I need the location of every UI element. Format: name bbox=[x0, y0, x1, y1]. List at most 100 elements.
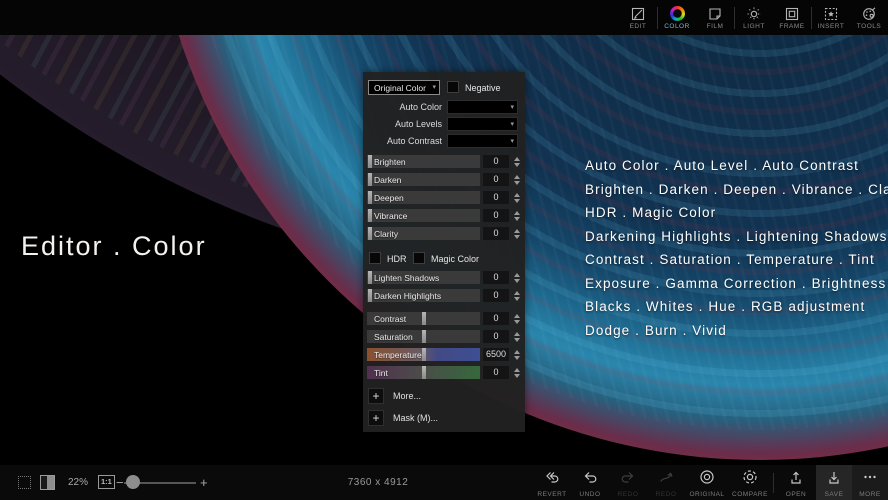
contrast-stepper[interactable] bbox=[512, 312, 522, 325]
undo-button[interactable]: UNDO bbox=[571, 465, 609, 500]
darken-stepper[interactable] bbox=[512, 173, 522, 186]
one-to-one-button[interactable]: 1:1 bbox=[98, 475, 115, 489]
tint-value[interactable]: 0 bbox=[483, 366, 509, 379]
saturation-stepper[interactable] bbox=[512, 330, 522, 343]
saturation-value[interactable]: 0 bbox=[483, 330, 509, 343]
deepen-stepper[interactable] bbox=[512, 191, 522, 204]
slider-handle[interactable] bbox=[368, 191, 372, 204]
step-down-icon[interactable] bbox=[514, 297, 520, 301]
step-down-icon[interactable] bbox=[514, 181, 520, 185]
zoom-in-button[interactable]: + bbox=[200, 475, 208, 490]
step-down-icon[interactable] bbox=[514, 235, 520, 239]
darken-highlights-stepper[interactable] bbox=[512, 289, 522, 302]
clarity-slider[interactable]: Clarity bbox=[367, 227, 480, 240]
step-down-icon[interactable] bbox=[514, 163, 520, 167]
step-down-icon[interactable] bbox=[514, 338, 520, 342]
auto-color-dropdown[interactable]: ▾ bbox=[447, 100, 518, 114]
save-button[interactable]: SAVE bbox=[816, 465, 852, 500]
selection-grid-icon[interactable] bbox=[18, 476, 31, 489]
tab-color[interactable]: COLOR bbox=[658, 0, 696, 35]
step-up-icon[interactable] bbox=[514, 229, 520, 233]
darken-slider[interactable]: Darken bbox=[367, 173, 480, 186]
slider-handle[interactable] bbox=[422, 330, 426, 343]
clarity-stepper[interactable] bbox=[512, 227, 522, 240]
deepen-value[interactable]: 0 bbox=[483, 191, 509, 204]
step-up-icon[interactable] bbox=[514, 273, 520, 277]
mask-button[interactable]: + Mask (M)... bbox=[368, 410, 438, 426]
tab-light[interactable]: LIGHT bbox=[735, 0, 773, 35]
temperature-slider[interactable]: Temperature bbox=[367, 348, 480, 361]
top-toolbar: EDIT COLOR FILM LIGHT bbox=[0, 0, 888, 35]
slider-handle[interactable] bbox=[422, 312, 426, 325]
lighten-shadows-slider[interactable]: Lighten Shadows bbox=[367, 271, 480, 284]
darken-highlights-value[interactable]: 0 bbox=[483, 289, 509, 302]
contrast-value[interactable]: 0 bbox=[483, 312, 509, 325]
slider-handle[interactable] bbox=[422, 366, 426, 379]
lighten-shadows-value[interactable]: 0 bbox=[483, 271, 509, 284]
step-down-icon[interactable] bbox=[514, 356, 520, 360]
slider-handle[interactable] bbox=[422, 348, 426, 361]
zoom-slider-handle[interactable] bbox=[126, 475, 140, 489]
step-up-icon[interactable] bbox=[514, 175, 520, 179]
step-up-icon[interactable] bbox=[514, 350, 520, 354]
brighten-value[interactable]: 0 bbox=[483, 155, 509, 168]
magic-color-checkbox[interactable] bbox=[413, 252, 425, 264]
slider-handle[interactable] bbox=[368, 173, 372, 186]
vibrance-stepper[interactable] bbox=[512, 209, 522, 222]
temperature-stepper[interactable] bbox=[512, 348, 522, 361]
darken-value[interactable]: 0 bbox=[483, 173, 509, 186]
saturation-slider[interactable]: Saturation bbox=[367, 330, 480, 343]
redo-button[interactable]: REDO bbox=[609, 465, 647, 500]
step-down-icon[interactable] bbox=[514, 320, 520, 324]
original-button[interactable]: ORIGINAL bbox=[685, 465, 729, 500]
step-down-icon[interactable] bbox=[514, 279, 520, 283]
vibrance-slider[interactable]: Vibrance bbox=[367, 209, 480, 222]
hdr-checkbox[interactable] bbox=[369, 252, 381, 264]
slider-handle[interactable] bbox=[368, 289, 372, 302]
darken-highlights-slider[interactable]: Darken Highlights bbox=[367, 289, 480, 302]
open-button[interactable]: OPEN bbox=[776, 465, 816, 500]
brighten-stepper[interactable] bbox=[512, 155, 522, 168]
vibrance-value[interactable]: 0 bbox=[483, 209, 509, 222]
clarity-value[interactable]: 0 bbox=[483, 227, 509, 240]
redo-all-button[interactable]: REDO bbox=[647, 465, 685, 500]
step-up-icon[interactable] bbox=[514, 314, 520, 318]
tint-stepper[interactable] bbox=[512, 366, 522, 379]
tab-film[interactable]: FILM bbox=[696, 0, 734, 35]
slider-handle[interactable] bbox=[368, 227, 372, 240]
step-up-icon[interactable] bbox=[514, 157, 520, 161]
zoom-out-button[interactable]: − bbox=[116, 475, 124, 490]
step-up-icon[interactable] bbox=[514, 332, 520, 336]
auto-contrast-dropdown[interactable]: ▾ bbox=[447, 134, 518, 148]
tab-tools[interactable]: TOOLS bbox=[850, 0, 888, 35]
negative-checkbox[interactable] bbox=[447, 81, 459, 93]
negative-label: Negative bbox=[465, 83, 501, 93]
brighten-slider[interactable]: Brighten bbox=[367, 155, 480, 168]
slider-handle[interactable] bbox=[368, 209, 372, 222]
step-up-icon[interactable] bbox=[514, 368, 520, 372]
step-up-icon[interactable] bbox=[514, 211, 520, 215]
more-actions-button[interactable]: MORE bbox=[852, 465, 888, 500]
contrast-slider[interactable]: Contrast bbox=[367, 312, 480, 325]
step-up-icon[interactable] bbox=[514, 193, 520, 197]
revert-button[interactable]: REVERT bbox=[533, 465, 571, 500]
tab-insert[interactable]: INSERT bbox=[812, 0, 850, 35]
slider-handle[interactable] bbox=[368, 155, 372, 168]
slider-handle[interactable] bbox=[368, 271, 372, 284]
compare-button[interactable]: COMPARE bbox=[729, 465, 771, 500]
tab-frame[interactable]: FRAME bbox=[773, 0, 811, 35]
deepen-slider[interactable]: Deepen bbox=[367, 191, 480, 204]
more-button[interactable]: + More... bbox=[368, 388, 421, 404]
step-down-icon[interactable] bbox=[514, 217, 520, 221]
color-wheel-icon bbox=[670, 5, 685, 22]
tint-slider[interactable]: Tint bbox=[367, 366, 480, 379]
step-down-icon[interactable] bbox=[514, 199, 520, 203]
auto-levels-dropdown[interactable]: ▾ bbox=[447, 117, 518, 131]
step-down-icon[interactable] bbox=[514, 374, 520, 378]
temperature-value[interactable]: 6500 bbox=[483, 348, 509, 361]
tab-edit[interactable]: EDIT bbox=[619, 0, 657, 35]
preview-split-icon[interactable] bbox=[40, 475, 55, 490]
step-up-icon[interactable] bbox=[514, 291, 520, 295]
preset-dropdown[interactable]: Original Color ▾ bbox=[368, 80, 440, 95]
lighten-shadows-stepper[interactable] bbox=[512, 271, 522, 284]
